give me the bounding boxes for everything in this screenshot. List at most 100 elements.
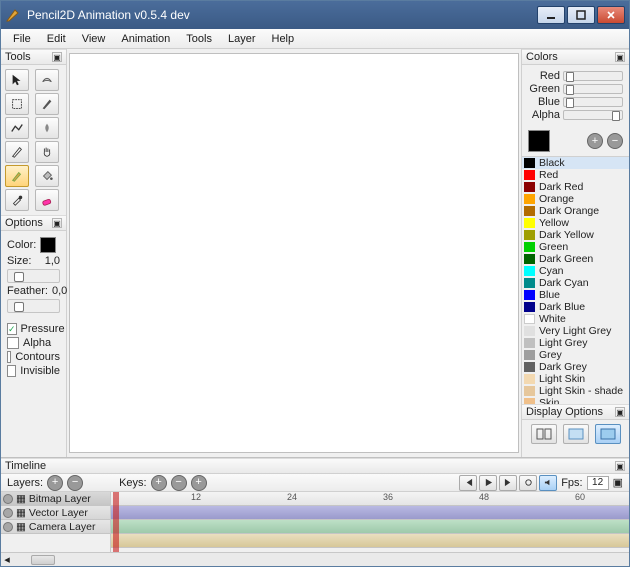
sound-button[interactable] [539,475,557,491]
timeline-panel-header[interactable]: Timeline ▣ [1,458,629,474]
brush-tool[interactable] [35,93,59,115]
color-list-item[interactable]: Black [522,157,629,169]
clear-tool[interactable] [35,69,59,91]
color-palette-list[interactable]: BlackRedDark RedOrangeDark OrangeYellowD… [522,156,629,404]
layer-row[interactable]: ▦Camera Layer [1,520,110,534]
remove-color-button[interactable]: − [607,133,623,149]
alpha-slider[interactable] [563,110,623,120]
display-option-2[interactable] [563,424,589,444]
color-list-item[interactable]: Dark Yellow [522,229,629,241]
red-slider[interactable] [563,71,623,81]
display-option-3[interactable] [595,424,621,444]
scrollbar-thumb[interactable] [31,555,55,565]
layer-row[interactable]: ▦Bitmap Layer [1,492,110,506]
remove-layer-button[interactable]: − [67,475,83,491]
play-button[interactable] [479,475,497,491]
pen-tool[interactable] [5,141,29,163]
timeline-track[interactable] [111,520,629,534]
visibility-icon[interactable] [3,508,13,518]
color-list-item[interactable]: Green [522,241,629,253]
timeline-track[interactable] [111,534,629,548]
undock-icon[interactable]: ▣ [615,407,625,417]
playhead[interactable] [113,492,119,552]
layer-type-icon: ▦ [16,507,26,519]
last-frame-button[interactable] [499,475,517,491]
color-swatch-icon [524,326,535,336]
blue-slider[interactable] [563,97,623,107]
timeline-track-area[interactable]: 1224364860 [111,492,629,552]
size-slider[interactable] [7,269,60,283]
undock-icon[interactable]: ▣ [615,461,625,471]
color-list-item[interactable]: Dark Red [522,181,629,193]
polyline-tool[interactable] [5,117,29,139]
eraser-tool[interactable] [35,189,59,211]
color-list-item[interactable]: Dark Blue [522,301,629,313]
color-list-item[interactable]: Dark Grey [522,361,629,373]
undock-icon[interactable]: ▣ [52,218,62,228]
hand-tool[interactable] [35,141,59,163]
close-button[interactable] [597,6,625,24]
remove-key-button[interactable]: − [171,475,187,491]
timeline-scrollbar[interactable]: ◂ [1,552,629,566]
minimize-button[interactable] [537,6,565,24]
color-list-item[interactable]: Red [522,169,629,181]
tools-panel-header[interactable]: Tools ▣ [1,49,66,65]
current-color-swatch[interactable] [528,130,550,152]
menu-layer[interactable]: Layer [220,31,264,47]
color-swatch[interactable] [40,237,56,253]
menu-help[interactable]: Help [264,31,303,47]
color-list-item[interactable]: Skin [522,397,629,404]
add-layer-button[interactable]: + [47,475,63,491]
colors-panel-header[interactable]: Colors ▣ [522,49,629,65]
color-list-item[interactable]: Dark Green [522,253,629,265]
color-list-item[interactable]: Yellow [522,217,629,229]
visibility-icon[interactable] [3,522,13,532]
menu-view[interactable]: View [74,31,114,47]
smudge-tool[interactable] [35,117,59,139]
pencil-tool[interactable] [5,165,29,187]
color-list-item[interactable]: Dark Cyan [522,277,629,289]
green-slider[interactable] [563,84,623,94]
drawing-canvas[interactable] [69,53,519,453]
feather-slider[interactable] [7,299,60,313]
color-list-item[interactable]: Blue [522,289,629,301]
timeline-track[interactable] [111,506,629,520]
first-frame-button[interactable] [459,475,477,491]
display-panel-header[interactable]: Display Options ▣ [522,404,629,420]
color-list-item[interactable]: Very Light Grey [522,325,629,337]
menu-edit[interactable]: Edit [39,31,74,47]
add-key-button[interactable]: + [151,475,167,491]
loop-button[interactable] [519,475,537,491]
visibility-icon[interactable] [3,494,13,504]
alpha-checkbox[interactable] [7,337,19,349]
color-list-item[interactable]: Grey [522,349,629,361]
duplicate-key-button[interactable]: + [191,475,207,491]
menu-animation[interactable]: Animation [113,31,178,47]
display-option-1[interactable] [531,424,557,444]
undock-icon[interactable]: ▣ [52,52,62,62]
undock-icon[interactable]: ▣ [615,52,625,62]
color-list-item[interactable]: Light Skin [522,373,629,385]
pressure-checkbox[interactable] [7,323,17,335]
menu-file[interactable]: File [5,31,39,47]
select-tool[interactable] [5,93,29,115]
bucket-tool[interactable] [35,165,59,187]
color-list-item[interactable]: Cyan [522,265,629,277]
add-color-button[interactable]: + [587,133,603,149]
contours-checkbox[interactable] [7,351,11,363]
timeline-ruler[interactable]: 1224364860 [111,492,629,506]
eyedropper-tool[interactable] [5,189,29,211]
invisible-checkbox[interactable] [7,365,16,377]
maximize-button[interactable] [567,6,595,24]
layer-row[interactable]: ▦Vector Layer [1,506,110,520]
options-panel-header[interactable]: Options ▣ [1,215,66,231]
fps-input[interactable]: 12 [587,476,609,490]
color-list-item[interactable]: Light Grey [522,337,629,349]
move-tool[interactable] [5,69,29,91]
color-list-item[interactable]: Orange [522,193,629,205]
color-list-item[interactable]: White [522,313,629,325]
color-list-item[interactable]: Light Skin - shade [522,385,629,397]
color-list-item[interactable]: Dark Orange [522,205,629,217]
menu-tools[interactable]: Tools [178,31,220,47]
fps-stepper-icon[interactable]: ▣ [613,476,623,489]
